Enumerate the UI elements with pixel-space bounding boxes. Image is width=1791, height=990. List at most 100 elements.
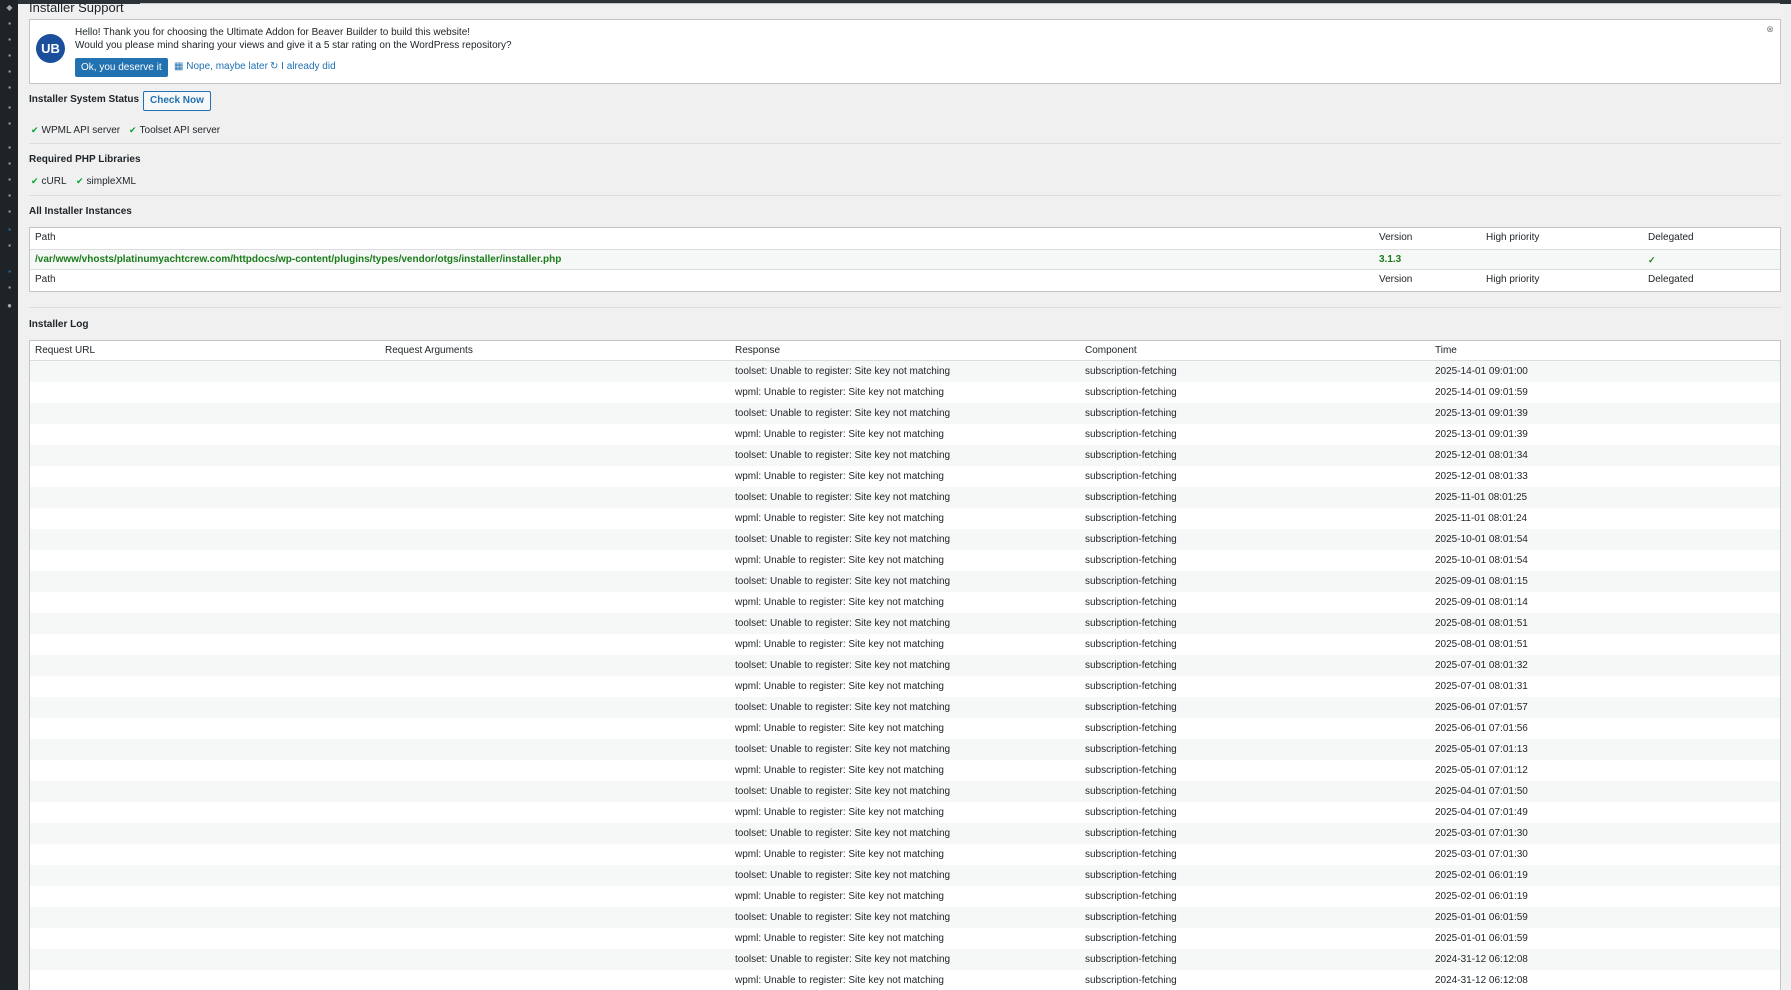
lock-icon[interactable]: ▪ [5,104,14,112]
table-header-row: Request URL Request Arguments Response C… [30,341,1780,361]
response-cell: toolset: Unable to register: Site key no… [735,618,951,629]
plugins-icon[interactable]: ▪ [5,176,14,184]
table-row: toolset: Unable to register: Site key no… [30,907,1780,928]
close-icon[interactable]: ⊗ [1765,24,1775,34]
page-title: Installer Support [29,0,124,15]
table-row: wpml: Unable to register: Site key not m… [30,424,1780,445]
table-row: wpml: Unable to register: Site key not m… [30,844,1780,865]
appearance-icon[interactable]: ▪ [5,160,14,168]
component-cell: subscription-fetching [1085,933,1177,944]
notice-message-line1: Hello! Thank you for choosing the Ultima… [75,27,471,38]
time-cell: 2025-11-01 08:01:24 [1435,513,1528,524]
instance-path: /var/www/vhosts/platinumyachtcrew.com/ht… [35,254,562,265]
component-cell: subscription-fetching [1085,387,1177,398]
maybe-later-link[interactable]: ▦ Nope, maybe later [174,61,268,73]
table-row: toolset: Unable to register: Site key no… [30,697,1780,718]
users-icon[interactable]: ▪ [5,192,14,200]
time-cell: 2025-06-01 07:01:57 [1435,702,1528,713]
pages-icon[interactable]: ▪ [5,52,14,60]
tools-icon[interactable]: ▪ [5,208,14,216]
table-row: wpml: Unable to register: Site key not m… [30,550,1780,571]
rate-button[interactable]: Ok, you deserve it [75,58,168,77]
time-cell: 2025-07-01 08:01:31 [1435,681,1528,692]
status-item-label: WPML API server [41,125,121,136]
table-row: toolset: Unable to register: Site key no… [30,529,1780,550]
time-cell: 2025-03-01 07:01:30 [1435,849,1528,860]
check-now-button[interactable]: Check Now [143,91,211,111]
time-cell: 2025-11-01 08:01:25 [1435,492,1528,503]
table-row: toolset: Unable to register: Site key no… [30,781,1780,802]
php-library-label: simpleXML [86,176,137,187]
response-cell: toolset: Unable to register: Site key no… [735,534,951,545]
component-cell: subscription-fetching [1085,744,1177,755]
response-cell: wpml: Unable to register: Site key not m… [735,891,944,902]
table-row: wpml: Unable to register: Site key not m… [30,970,1780,990]
collapse-menu-icon[interactable]: ● [5,302,14,310]
response-cell: wpml: Unable to register: Site key not m… [735,555,944,566]
response-cell: toolset: Unable to register: Site key no… [735,870,951,881]
already-did-label: I already did [281,61,336,72]
response-cell: wpml: Unable to register: Site key not m… [735,765,944,776]
forms-icon[interactable]: ▪ [5,84,14,92]
table-row: wpml: Unable to register: Site key not m… [30,928,1780,949]
divider [29,195,1781,196]
table-row: wpml: Unable to register: Site key not m… [30,886,1780,907]
component-cell: subscription-fetching [1085,975,1177,986]
calendar-icon: ▦ [174,61,184,72]
table-row: toolset: Unable to register: Site key no… [30,739,1780,760]
col-component: Component [1085,345,1137,356]
installer-log-table: Request URL Request Arguments Response C… [29,340,1781,990]
settings-icon[interactable]: ▪ [5,242,14,250]
component-cell: subscription-fetching [1085,618,1177,629]
toolset-icon[interactable]: ▪ [5,226,14,234]
checkmark-icon: ✔ [31,125,39,135]
time-cell: 2025-10-01 08:01:54 [1435,534,1528,545]
response-cell: toolset: Unable to register: Site key no… [735,450,951,461]
already-did-link[interactable]: ↻ I already did [270,61,336,73]
time-cell: 2025-06-01 07:01:56 [1435,723,1528,734]
time-cell: 2025-05-01 07:01:13 [1435,744,1528,755]
response-cell: toolset: Unable to register: Site key no… [735,786,951,797]
col-high-priority: High priority [1486,232,1540,243]
table-row: wpml: Unable to register: Site key not m… [30,718,1780,739]
time-cell: 2025-14-01 09:01:59 [1435,387,1528,398]
table-row: toolset: Unable to register: Site key no… [30,445,1780,466]
col-version: Version [1379,274,1413,285]
pin-icon[interactable]: ▪ [5,144,14,152]
time-cell: 2025-14-01 09:01:00 [1435,366,1528,377]
time-cell: 2025-07-01 08:01:32 [1435,660,1528,671]
time-cell: 2025-02-01 06:01:19 [1435,870,1528,881]
component-cell: subscription-fetching [1085,639,1177,650]
wpml-icon[interactable]: ▪ [5,268,14,276]
time-cell: 2024-31-12 06:12:08 [1435,954,1528,965]
component-cell: subscription-fetching [1085,450,1177,461]
table-row: wpml: Unable to register: Site key not m… [30,592,1780,613]
media-icon[interactable]: ▪ [5,36,14,44]
divider [29,307,1781,308]
component-cell: subscription-fetching [1085,429,1177,440]
component-cell: subscription-fetching [1085,870,1177,881]
table-row: toolset: Unable to register: Site key no… [30,361,1780,382]
component-cell: subscription-fetching [1085,849,1177,860]
component-cell: subscription-fetching [1085,534,1177,545]
time-cell: 2025-08-01 08:01:51 [1435,618,1528,629]
posts-icon[interactable]: ▪ [5,20,14,28]
component-cell: subscription-fetching [1085,408,1177,419]
time-cell: 2025-01-01 06:01:59 [1435,933,1528,944]
time-cell: 2025-08-01 08:01:51 [1435,639,1528,650]
time-cell: 2025-01-01 06:01:59 [1435,912,1528,923]
top-tab-strip [140,0,1780,4]
extension-icon[interactable]: ▪ [5,284,14,292]
response-cell: wpml: Unable to register: Site key not m… [735,975,944,986]
layout-icon[interactable]: ▪ [5,120,14,128]
response-cell: wpml: Unable to register: Site key not m… [735,513,944,524]
table-footer-row: Path Version High priority Delegated [30,270,1780,291]
response-cell: toolset: Unable to register: Site key no… [735,744,951,755]
installer-instances-label: All Installer Instances [29,206,132,217]
comments-icon[interactable]: ▪ [5,68,14,76]
time-cell: 2025-09-01 08:01:15 [1435,576,1528,587]
component-cell: subscription-fetching [1085,765,1177,776]
installer-log-label: Installer Log [29,319,89,330]
time-cell: 2024-31-12 06:12:08 [1435,975,1528,986]
dashboard-icon[interactable]: ◆ [5,4,14,12]
